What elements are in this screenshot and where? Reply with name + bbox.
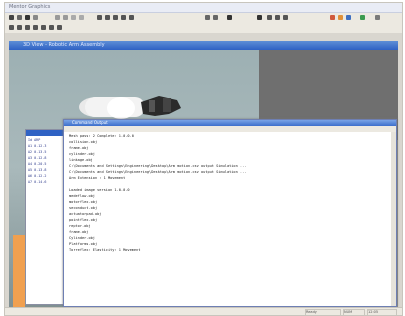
snap-icon[interactable]	[213, 15, 218, 20]
console-line: A3 0.12.8	[28, 156, 47, 160]
code-line: linkage.obj	[69, 158, 93, 162]
console-line: Id ARP	[28, 138, 41, 142]
grid-icon[interactable]	[205, 15, 210, 20]
code-line: frame.obj	[69, 146, 89, 150]
align-icon[interactable]	[33, 25, 38, 30]
code-line: Platforms.obj	[69, 242, 98, 246]
code-line: Mesh pass: 2 Complete: 1.0.0.0	[69, 134, 134, 138]
mirror-icon[interactable]	[41, 25, 46, 30]
measure-icon[interactable]	[129, 15, 134, 20]
code-line: C:\Documents and Settings\Engineering\De…	[69, 164, 247, 168]
select-icon[interactable]	[9, 25, 14, 30]
animate-icon[interactable]	[360, 15, 365, 20]
view-icon[interactable]	[227, 15, 232, 20]
app-titlebar: Mentor Graphics	[5, 3, 402, 13]
wireframe-icon[interactable]	[275, 15, 280, 20]
redo-icon[interactable]	[79, 15, 84, 20]
console-line: A1 0.12.3	[28, 144, 47, 148]
move-icon[interactable]	[17, 25, 22, 30]
code-line: pointflex.obj	[69, 218, 98, 222]
pan-icon[interactable]	[113, 15, 118, 20]
light-icon[interactable]	[338, 15, 343, 20]
code-line: cylinder.obj	[69, 152, 95, 156]
app-title: Mentor Graphics	[9, 4, 51, 10]
viewer-title: 3D View - Robotic Arm Assembly	[23, 42, 105, 48]
code-line: collision.obj	[69, 140, 98, 144]
code-line: seconduct.obj	[69, 206, 98, 210]
render-icon[interactable]	[257, 15, 262, 20]
console-line: A6 0.12.2	[28, 174, 47, 178]
editor-menubar	[64, 126, 396, 132]
code-line: actuatorpad.obj	[69, 212, 102, 216]
camera-icon[interactable]	[346, 15, 351, 20]
copy-icon[interactable]	[55, 15, 60, 20]
cut-icon[interactable]	[33, 15, 38, 20]
section-icon[interactable]	[283, 15, 288, 20]
console-line: A4 0.20.5	[28, 162, 47, 166]
zoom-icon[interactable]	[105, 15, 110, 20]
code-line: Torreflex: Elasticity: 1 Movement	[69, 248, 141, 252]
code-line: Cylinder.obj	[69, 236, 95, 240]
secondary-toolbar	[5, 23, 402, 33]
desktop-screen: Mentor Graphics 3D View - Robotic Arm As…	[4, 2, 403, 316]
editor-title: Command Output	[72, 120, 108, 125]
status-bar: Ready NUM 12:05	[5, 307, 402, 315]
status-cell: 12:05	[367, 309, 397, 315]
code-line: C:\Documents and Settings\Engineering\De…	[69, 170, 247, 174]
new-file-icon[interactable]	[9, 15, 14, 20]
paste-icon[interactable]	[63, 15, 68, 20]
side-panel-strip	[13, 235, 25, 309]
save-icon[interactable]	[25, 15, 30, 20]
print-icon[interactable]	[97, 15, 102, 20]
code-line: reptor.obj	[69, 224, 91, 228]
console-line: A5 0.13.8	[28, 168, 47, 172]
ungroup-icon[interactable]	[57, 25, 62, 30]
material-icon[interactable]	[330, 15, 335, 20]
group-icon[interactable]	[49, 25, 54, 30]
console-line: A7 0.14.6	[28, 180, 47, 184]
command-output-window[interactable]: Command Output Mesh pass: 2 Complete: 1.…	[63, 119, 397, 307]
shade-icon[interactable]	[267, 15, 272, 20]
code-line: motorflex.obj	[69, 200, 98, 204]
main-toolbar	[5, 13, 402, 23]
settings-icon[interactable]	[375, 15, 380, 20]
editor-scrollbar[interactable]	[391, 132, 396, 306]
console-line: A2 0.13.5	[28, 150, 47, 154]
code-line: Arm Extension : 1 Movement	[69, 176, 126, 180]
undo-icon[interactable]	[71, 15, 76, 20]
scale-icon[interactable]	[25, 25, 30, 30]
status-cell: NUM	[343, 309, 365, 315]
open-folder-icon[interactable]	[17, 15, 22, 20]
code-line: frame.obj	[69, 230, 89, 234]
viewer-titlebar: 3D View - Robotic Arm Assembly	[9, 41, 398, 50]
rotate-icon[interactable]	[121, 15, 126, 20]
code-line: medeflow.obj	[69, 194, 95, 198]
code-line: Loaded image version 1.0.0.0	[69, 188, 130, 192]
status-cell: Ready	[305, 309, 341, 315]
